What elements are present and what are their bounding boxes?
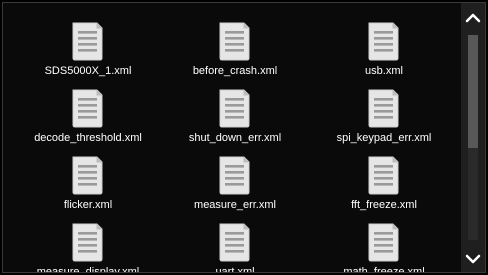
file-item[interactable]: fft_freeze.xml bbox=[309, 155, 459, 217]
scroll-thumb[interactable] bbox=[468, 35, 478, 148]
chevron-down-icon bbox=[465, 252, 481, 270]
document-file-icon bbox=[69, 88, 105, 128]
file-name-label: before_crash.xml bbox=[192, 65, 278, 77]
document-file-icon bbox=[365, 155, 401, 195]
file-name-label: spi_keypad_err.xml bbox=[336, 132, 432, 144]
document-file-icon bbox=[216, 155, 252, 195]
document-file-icon bbox=[69, 21, 105, 61]
file-item[interactable]: uart.xml bbox=[160, 222, 310, 273]
file-item[interactable]: measure_display.xml bbox=[13, 222, 163, 273]
document-file-icon bbox=[216, 88, 252, 128]
file-name-label: measure_err.xml bbox=[194, 199, 276, 211]
file-item[interactable]: before_crash.xml bbox=[160, 21, 310, 83]
vertical-scrollbar[interactable] bbox=[461, 3, 485, 272]
document-file-icon bbox=[69, 155, 105, 195]
file-item[interactable]: usb.xml bbox=[309, 21, 459, 83]
scroll-up-button[interactable] bbox=[461, 9, 485, 31]
file-name-label: SDS5000X_1.xml bbox=[44, 65, 132, 77]
file-browser-panel: SDS5000X_1.xml before_crash.xml usb.xml dec… bbox=[2, 2, 486, 273]
document-file-icon bbox=[365, 21, 401, 61]
file-name-label: flicker.xml bbox=[63, 199, 113, 211]
document-file-icon bbox=[365, 88, 401, 128]
file-name-label: math_freeze.xml bbox=[343, 266, 425, 273]
scroll-track[interactable] bbox=[468, 35, 478, 240]
scroll-down-button[interactable] bbox=[461, 250, 485, 272]
file-item[interactable]: decode_threshold.xml bbox=[13, 88, 163, 150]
file-name-label: uart.xml bbox=[215, 266, 255, 273]
document-file-icon bbox=[69, 222, 105, 262]
file-item[interactable]: spi_keypad_err.xml bbox=[309, 88, 459, 150]
file-name-label: fft_freeze.xml bbox=[351, 199, 417, 211]
file-name-label: decode_threshold.xml bbox=[34, 132, 142, 144]
file-item[interactable]: SDS5000X_1.xml bbox=[13, 21, 163, 83]
document-file-icon bbox=[365, 222, 401, 262]
file-grid: SDS5000X_1.xml before_crash.xml usb.xml dec… bbox=[3, 3, 463, 272]
file-name-label: measure_display.xml bbox=[36, 266, 140, 273]
file-name-label: usb.xml bbox=[365, 65, 403, 77]
file-item[interactable]: measure_err.xml bbox=[160, 155, 310, 217]
document-file-icon bbox=[216, 222, 252, 262]
file-name-label: shut_down_err.xml bbox=[188, 132, 282, 144]
file-item[interactable]: flicker.xml bbox=[13, 155, 163, 217]
chevron-up-icon bbox=[465, 11, 481, 29]
file-item[interactable]: math_freeze.xml bbox=[309, 222, 459, 273]
file-item[interactable]: shut_down_err.xml bbox=[160, 88, 310, 150]
document-file-icon bbox=[216, 21, 252, 61]
